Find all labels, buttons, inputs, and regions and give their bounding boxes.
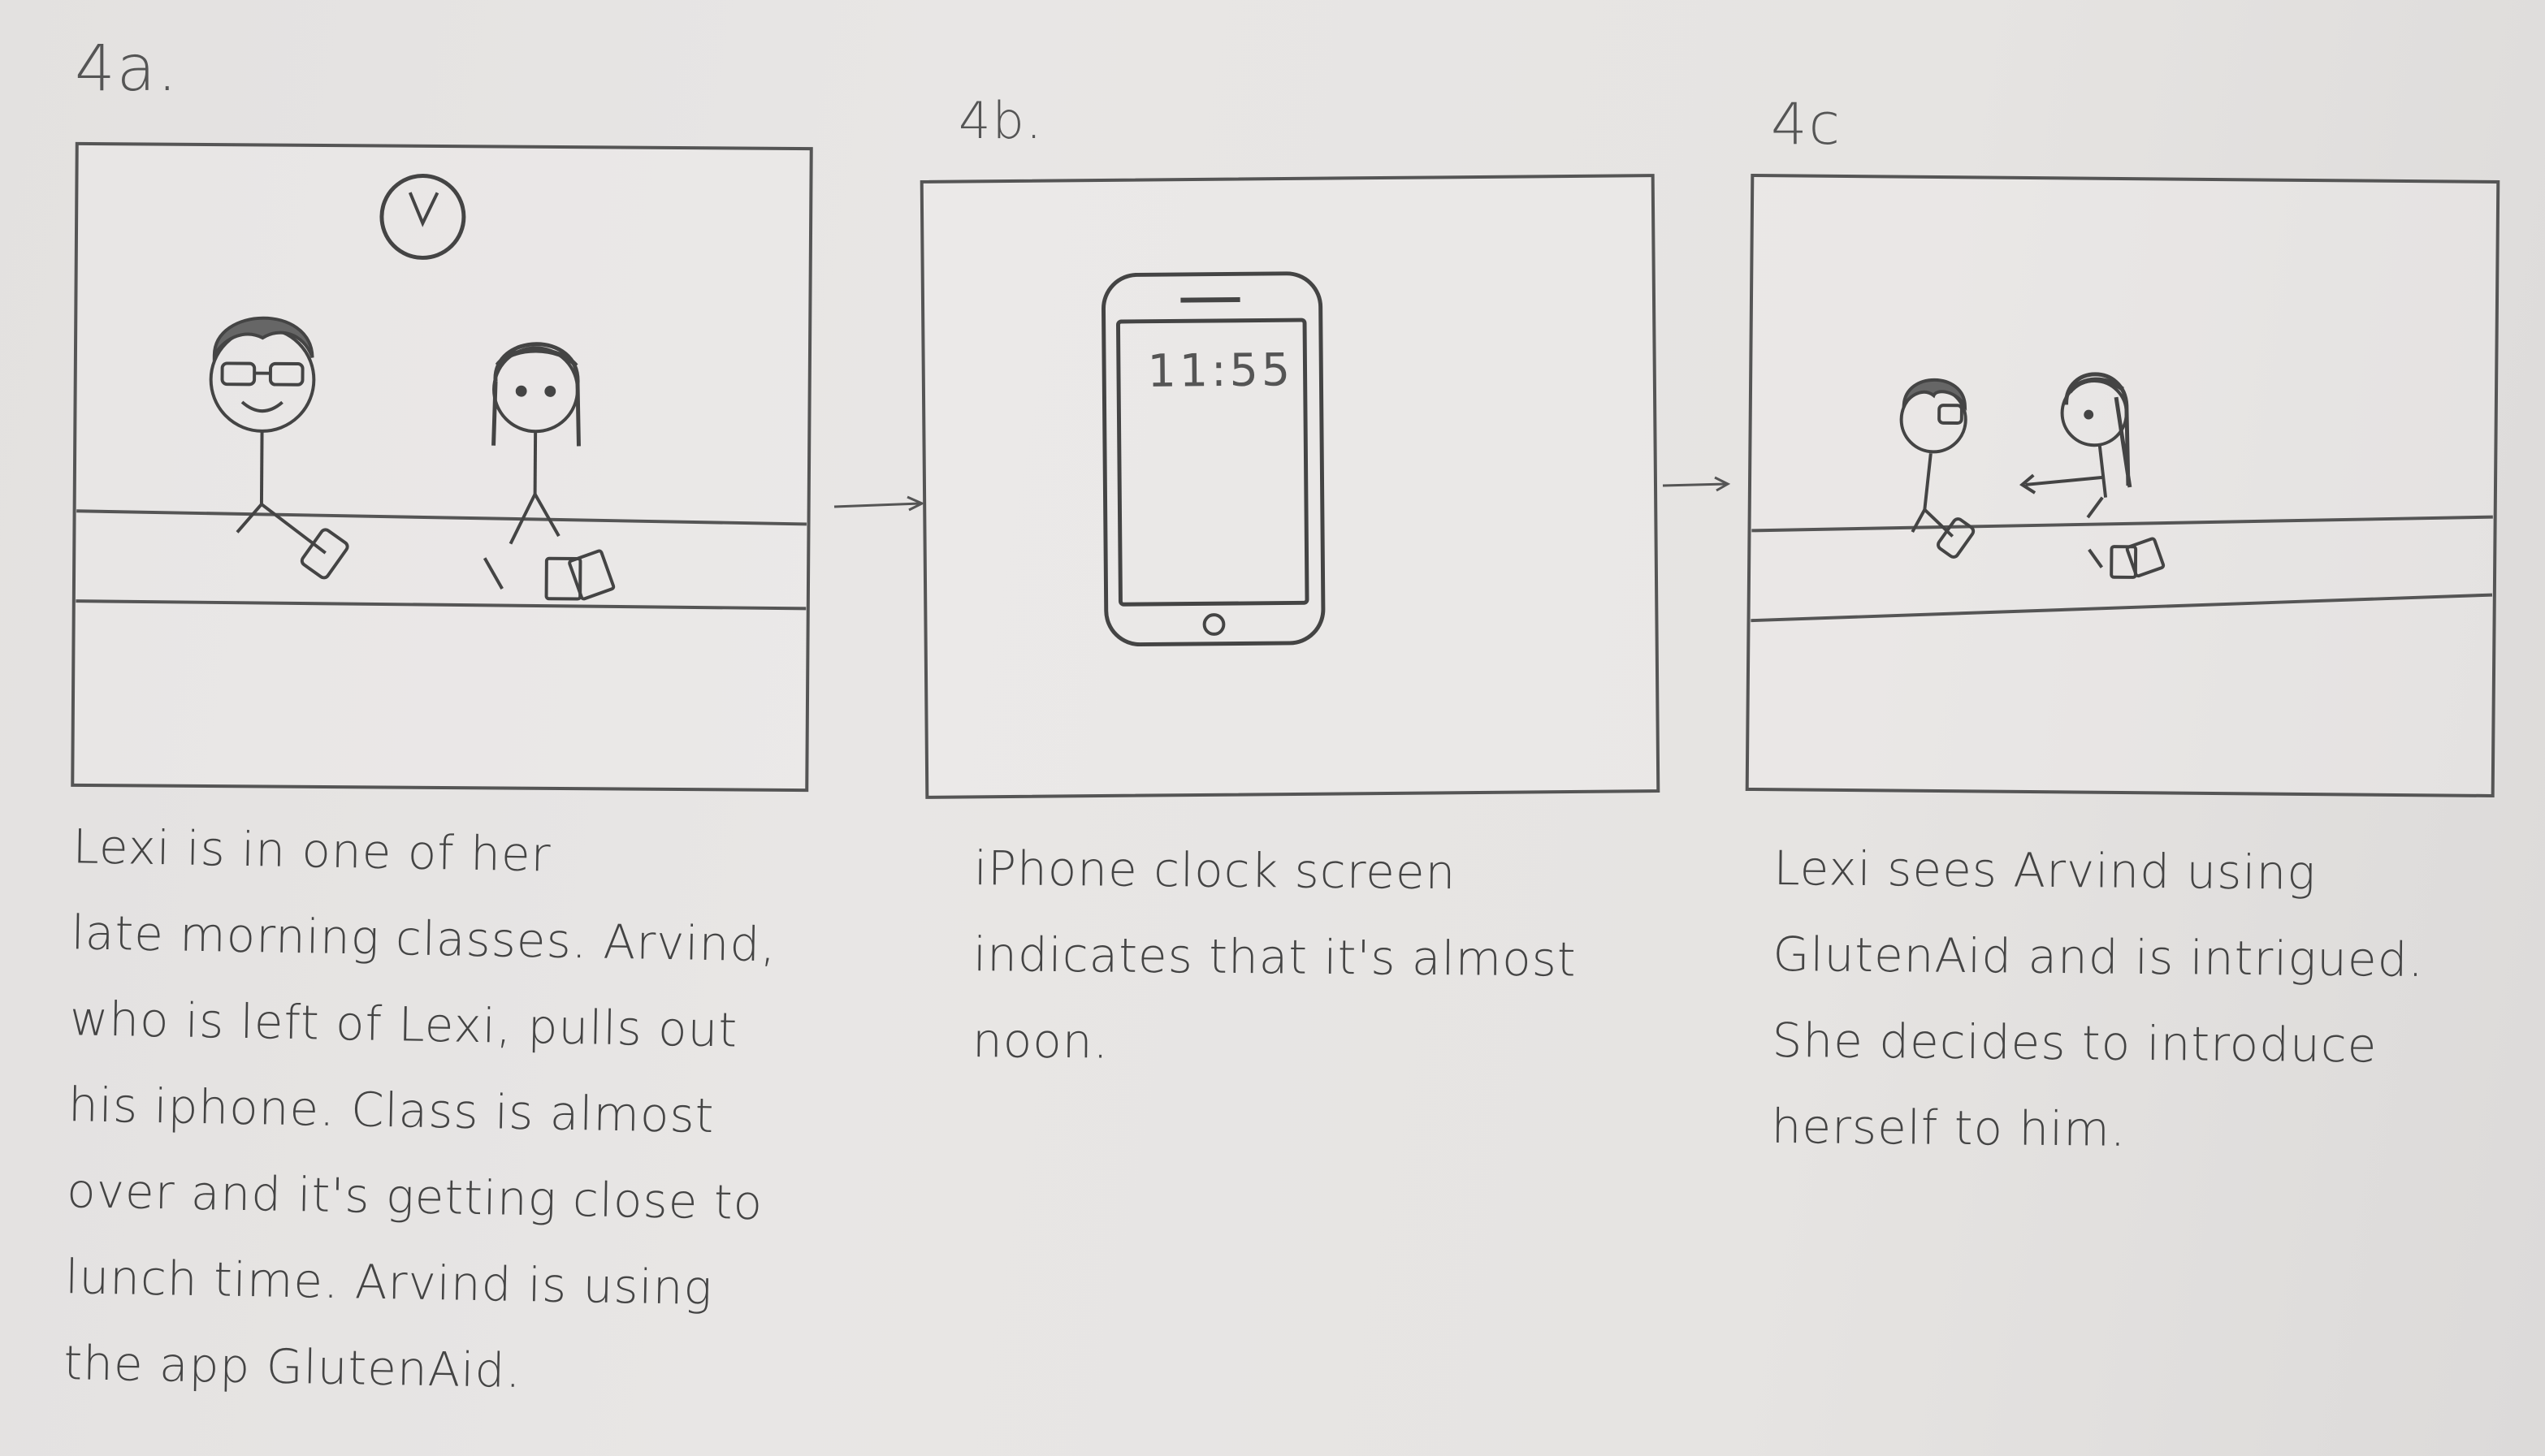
storyboard-sheet: 4a. 4b. 4c 11:55 Lexi is in one of her l… (0, 0, 2545, 1456)
arrow-4a-to-4b (833, 495, 925, 512)
desk-bottom-line (1751, 593, 2493, 623)
clock-icon (379, 174, 466, 260)
panel-4b-caption: iPhone clock screen indicates that it's … (972, 840, 1577, 1069)
panel-4c-drawing (1751, 372, 2493, 623)
panel-4a-drawing (76, 174, 807, 611)
panel-4a-frame (71, 141, 813, 793)
panel-4c-frame (1745, 173, 2500, 798)
arvind-figure (1899, 378, 1976, 559)
panel-label-4c: 4c (1771, 91, 1842, 158)
desk-top-line (76, 509, 807, 526)
iphone-home-button (1202, 613, 1226, 636)
iphone-icon: 11:55 (1102, 271, 1326, 647)
panel-4b-drawing: 11:55 (1102, 271, 1326, 647)
desk-top-line (1751, 515, 2493, 533)
arrow-4b-to-4c (1662, 476, 1731, 492)
desk-bottom-line (76, 599, 807, 611)
lexi-figure (483, 342, 616, 601)
panel-4a-caption: Lexi is in one of her late morning class… (63, 819, 777, 1398)
arvind-figure (209, 316, 349, 580)
panel-4b-frame: 11:55 (920, 174, 1660, 799)
panel-4c-caption: Lexi sees Arvind using GlutenAid and is … (1771, 840, 2425, 1157)
phone-time-display: 11:55 (1147, 344, 1293, 398)
panel-label-4a: 4a. (75, 32, 180, 106)
lexi-figure (2019, 372, 2166, 579)
panel-label-4b: 4b. (959, 91, 1044, 150)
